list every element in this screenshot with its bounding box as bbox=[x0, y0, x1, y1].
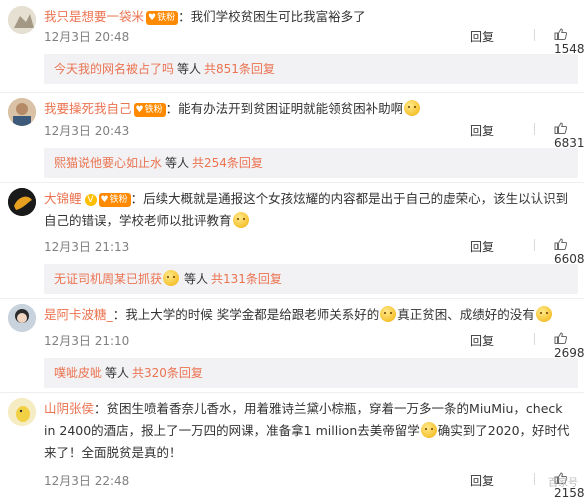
comment-text: 能有办法开到贫困证明就能领贫困补助啊 bbox=[178, 101, 404, 116]
comment-username[interactable]: 大锦鲤 bbox=[44, 191, 82, 206]
sub-reply-user[interactable]: 噗呲皮呲 bbox=[54, 366, 102, 380]
thumbs-up-icon bbox=[554, 122, 567, 134]
sub-reply-count[interactable]: 共320条回复 bbox=[132, 366, 203, 380]
heart-icon: ♥ bbox=[100, 195, 109, 205]
avatar[interactable] bbox=[8, 188, 36, 216]
divider bbox=[534, 333, 535, 345]
fan-badge: ♥铁粉 bbox=[98, 193, 131, 207]
emoji-icon bbox=[380, 306, 397, 322]
emoji-icon bbox=[163, 270, 180, 286]
comment-text: 我们学校贫困生可比我富裕多了 bbox=[190, 9, 366, 24]
comment-time: 12月3日 21:10 bbox=[44, 334, 130, 348]
sub-reply-count[interactable]: 共254条回复 bbox=[192, 156, 263, 170]
verified-icon: V bbox=[84, 194, 97, 206]
comment-username[interactable]: 山阴张侯 bbox=[44, 401, 94, 416]
thumbs-up-icon bbox=[554, 28, 567, 40]
emoji-icon bbox=[232, 212, 249, 228]
sub-reply-count[interactable]: 共131条回复 bbox=[211, 272, 282, 286]
reply-button[interactable]: 回复 bbox=[470, 122, 494, 139]
heart-icon: ♥ bbox=[135, 105, 144, 115]
avatar[interactable] bbox=[8, 6, 36, 34]
emoji-icon bbox=[535, 306, 552, 322]
reply-button[interactable]: 回复 bbox=[470, 332, 494, 349]
reply-button[interactable]: 回复 bbox=[470, 472, 494, 489]
divider bbox=[534, 123, 535, 135]
thumbs-up-icon bbox=[554, 238, 567, 250]
sub-reply-user[interactable]: 无证司机周某已抓获 bbox=[54, 272, 162, 286]
sub-reply-bar[interactable]: 熙猫说他要心如止水 等人 共254条回复 bbox=[44, 148, 578, 178]
divider bbox=[534, 473, 535, 485]
divider bbox=[534, 239, 535, 251]
like-button[interactable]: 6608 bbox=[554, 238, 584, 266]
sub-reply-count[interactable]: 共851条回复 bbox=[204, 62, 275, 76]
comment-feed: 我只是想要一袋米 ♥铁粉 ：我们学校贫困生可比我富裕多了 12月3日 20:48 回… bbox=[0, 0, 584, 500]
comment-item: 山阴张侯：贫困生喷着香奈儿香水，用着雅诗兰黛小棕瓶，穿着一万多一条的MiuMiu… bbox=[0, 392, 584, 500]
comment-item: 大锦鲤 V ♥铁粉 ：后续大概就是通报这个女孩炫耀的内容都是出于自己的虚荣心，该生以认… bbox=[0, 182, 584, 299]
like-button[interactable]: 6831 bbox=[554, 122, 584, 150]
watermark: 百家号 bbox=[548, 478, 578, 489]
comment-text: 贫困生喷着香奈儿香水，用着雅诗兰黛小棕瓶，穿着一万多一条的MiuMiu，chec… bbox=[44, 401, 570, 460]
comment-time: 12月3日 21:13 bbox=[44, 240, 130, 254]
comment-item: 是阿卡波糖_：我上大学的时候 奖学金都是给跟老师关系好的 真正贫困、成绩好的没有 … bbox=[0, 298, 584, 393]
emoji-icon bbox=[420, 422, 437, 438]
sub-reply-user[interactable]: 今天我的网名被占了吗 bbox=[54, 62, 174, 76]
emoji-icon bbox=[404, 100, 421, 116]
sub-reply-bar[interactable]: 今天我的网名被占了吗 等人 共851条回复 bbox=[44, 54, 578, 84]
avatar[interactable] bbox=[8, 98, 36, 126]
like-button[interactable]: 2698 bbox=[554, 332, 584, 360]
sub-reply-bar[interactable]: 噗呲皮呲 等人 共320条回复 bbox=[44, 358, 578, 388]
comment-time: 12月3日 20:43 bbox=[44, 124, 130, 138]
comment-username[interactable]: 是阿卡波糖_ bbox=[44, 307, 113, 322]
comment-text: 我上大学的时候 奖学金都是给跟老师关系好的 真正贫困、成绩好的没有 bbox=[125, 306, 553, 322]
sub-reply-bar[interactable]: 无证司机周某已抓获 等人 共131条回复 bbox=[44, 264, 578, 294]
sub-reply-user[interactable]: 熙猫说他要心如止水 bbox=[54, 156, 162, 170]
divider bbox=[534, 29, 535, 41]
reply-button[interactable]: 回复 bbox=[470, 238, 494, 255]
comment-time: 12月3日 22:48 bbox=[44, 474, 130, 488]
heart-icon: ♥ bbox=[148, 13, 157, 23]
avatar[interactable] bbox=[8, 304, 36, 332]
reply-button[interactable]: 回复 bbox=[470, 28, 494, 45]
comment-item: 我要操死我自己 ♥铁粉 ：能有办法开到贫困证明就能领贫困补助啊 12月3日 20:4… bbox=[0, 92, 584, 183]
fan-badge: ♥铁粉 bbox=[146, 11, 179, 25]
comment-item: 我只是想要一袋米 ♥铁粉 ：我们学校贫困生可比我富裕多了 12月3日 20:48 回… bbox=[0, 0, 584, 93]
avatar[interactable] bbox=[8, 398, 36, 426]
comment-time: 12月3日 20:48 bbox=[44, 30, 130, 44]
fan-badge: ♥铁粉 bbox=[133, 103, 166, 117]
comment-username[interactable]: 我只是想要一袋米 bbox=[44, 9, 144, 24]
comment-username[interactable]: 我要操死我自己 bbox=[44, 101, 132, 116]
like-button[interactable]: 15483 bbox=[554, 28, 584, 56]
thumbs-up-icon bbox=[554, 332, 567, 344]
